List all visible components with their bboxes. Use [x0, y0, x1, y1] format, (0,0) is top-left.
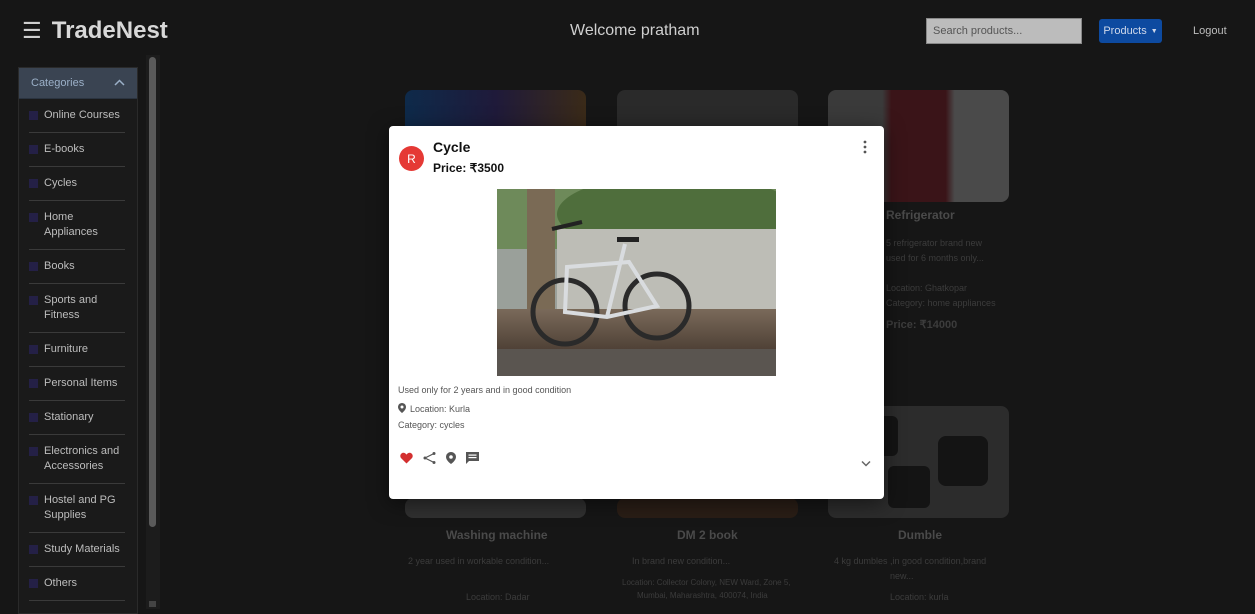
category-icon: [29, 179, 38, 188]
category-icon: [29, 262, 38, 271]
category-list: Online Courses E-books Cycles Home Appli…: [19, 99, 137, 601]
category-label: Study Materials: [44, 543, 120, 555]
category-label: E-books: [44, 143, 85, 155]
product-location: Location: Dadar: [466, 592, 530, 602]
sidebar-scrollbar[interactable]: [146, 55, 160, 609]
chevron-up-icon[interactable]: [114, 77, 125, 89]
category-icon: [29, 145, 38, 154]
product-description: 4 kg dumbles ,in good condition,brand: [834, 556, 987, 566]
top-navbar: ☰ TradeNest Welcome pratham Products ▼ L…: [0, 0, 1255, 60]
product-image[interactable]: [405, 498, 586, 518]
category-item[interactable]: Sports and Fitness: [29, 284, 125, 333]
category-icon: [29, 213, 38, 222]
brand-name: TradeNest: [51, 17, 168, 44]
category-label: Stationary: [44, 411, 94, 423]
logout-link[interactable]: Logout: [1193, 25, 1227, 37]
product-description: Used only for 2 years and in good condit…: [398, 385, 572, 395]
category-icon: [29, 545, 38, 554]
category-icon: [29, 379, 38, 388]
product-description: 5 refrigerator brand new: [886, 238, 983, 248]
welcome-message: Welcome pratham: [570, 22, 700, 39]
category-label: Furniture: [44, 343, 89, 355]
category-icon: [29, 579, 38, 588]
product-category: Category: cycles: [398, 420, 465, 430]
category-item[interactable]: Furniture: [29, 333, 125, 367]
category-icon: [29, 296, 38, 305]
category-label: Others: [44, 577, 78, 589]
category-item[interactable]: Others: [29, 567, 125, 601]
category-item[interactable]: E-books: [29, 133, 125, 167]
category-label: Online Courses: [44, 109, 120, 121]
categories-header[interactable]: Categories: [19, 68, 137, 99]
location-pin-icon: [398, 403, 406, 415]
category-label: Cycles: [44, 177, 78, 189]
category-label: Hostel and PG Supplies: [44, 494, 116, 521]
category-label: Electronics and Accessories: [44, 445, 120, 472]
scrollbar-thumb[interactable]: [149, 57, 156, 527]
product-description: 2 year used in workable condition...: [408, 556, 550, 566]
product-category: Category: home appliances: [886, 298, 996, 308]
products-dropdown-button[interactable]: Products ▼: [1099, 19, 1162, 43]
category-label: Sports and Fitness: [44, 294, 98, 321]
categories-sidebar: Categories Online Courses E-books Cycles…: [18, 67, 138, 614]
location-pin-icon[interactable]: [446, 452, 456, 464]
category-label: Personal Items: [44, 377, 118, 389]
product-description: In brand new condition...: [632, 556, 731, 566]
category-item[interactable]: Hostel and PG Supplies: [29, 484, 125, 533]
product-detail-modal: R Cycle Price: ₹3500 Used only for 2 yea…: [389, 126, 884, 499]
product-price: Price: ₹14000: [886, 319, 958, 331]
product-title: Refrigerator: [886, 208, 955, 222]
avatar: R: [399, 146, 424, 171]
category-icon: [29, 111, 38, 120]
product-location: Location: Collector Colony, NEW Ward, Zo…: [622, 578, 791, 587]
category-item[interactable]: Cycles: [29, 167, 125, 201]
chevron-down-icon[interactable]: [861, 454, 871, 472]
product-photo: [497, 174, 797, 376]
more-vert-icon[interactable]: [863, 140, 867, 157]
chat-icon[interactable]: [466, 452, 479, 464]
product-title: DM 2 book: [677, 528, 738, 542]
brand[interactable]: ☰ TradeNest: [22, 17, 168, 45]
category-item[interactable]: Books: [29, 250, 125, 284]
product-title: Dumble: [898, 528, 943, 542]
product-title: Washing machine: [446, 528, 548, 542]
category-icon: [29, 447, 38, 456]
product-location: Location: Ghatkopar: [886, 283, 968, 293]
search-input[interactable]: [926, 18, 1082, 44]
action-bar: [400, 452, 479, 464]
scroll-down-arrow[interactable]: [149, 601, 156, 607]
product-description: new...: [890, 571, 914, 581]
categories-title: Categories: [31, 77, 85, 89]
category-item[interactable]: Personal Items: [29, 367, 125, 401]
category-label: Home Appliances: [44, 211, 98, 238]
product-location: Mumbai, Maharashtra, 400074, India: [637, 591, 768, 600]
product-image[interactable]: [617, 498, 798, 518]
products-label: Products: [1103, 25, 1147, 37]
category-icon: [29, 413, 38, 422]
category-icon: [29, 496, 38, 505]
category-label: Books: [44, 260, 75, 272]
category-item[interactable]: Online Courses: [29, 99, 125, 133]
category-item[interactable]: Stationary: [29, 401, 125, 435]
product-title: Cycle: [433, 139, 471, 155]
category-icon: [29, 345, 38, 354]
share-icon[interactable]: [423, 452, 436, 464]
product-description: used for 6 months only...: [886, 253, 984, 263]
heart-icon[interactable]: [400, 452, 413, 464]
category-item[interactable]: Electronics and Accessories: [29, 435, 125, 484]
product-price: Price: ₹3500: [433, 161, 505, 175]
category-item[interactable]: Study Materials: [29, 533, 125, 567]
hamburger-icon[interactable]: ☰: [22, 18, 42, 44]
product-location: Location: kurla: [890, 592, 949, 602]
location-text: Location: Kurla: [410, 404, 471, 414]
category-item[interactable]: Home Appliances: [29, 201, 125, 250]
product-location: Location: Kurla: [398, 403, 470, 415]
caret-down-icon: ▼: [1150, 27, 1158, 35]
